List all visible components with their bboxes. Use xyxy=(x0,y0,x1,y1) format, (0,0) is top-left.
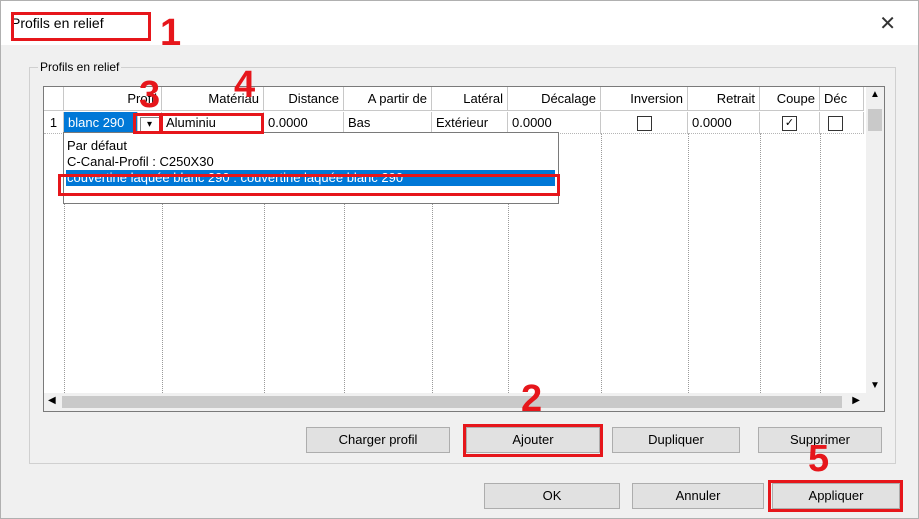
duplicate-button[interactable]: Dupliquer xyxy=(612,427,740,453)
vertical-scroll-thumb[interactable] xyxy=(868,109,882,131)
annotation-box-materiau xyxy=(160,113,264,134)
coupe-checkbox[interactable]: ✓ xyxy=(782,116,797,132)
column-divider xyxy=(760,134,761,393)
a-partir-de-cell[interactable]: Bas xyxy=(344,112,432,134)
ok-button[interactable]: OK xyxy=(484,483,620,509)
column-divider xyxy=(688,134,689,393)
annotation-box-add xyxy=(463,424,603,457)
vertical-scrollbar[interactable]: ▲ ▼ xyxy=(866,87,884,393)
scroll-left-icon[interactable]: ◀ xyxy=(48,395,56,406)
profil-cell[interactable]: blanc 290 xyxy=(64,112,138,134)
column-header-decalage[interactable]: Décalage xyxy=(508,87,601,111)
scroll-down-icon[interactable]: ▼ xyxy=(870,380,880,391)
group-label: Profils en relief xyxy=(38,60,122,74)
dec-cell[interactable] xyxy=(820,112,864,134)
annotation-box-dropdown-toggle xyxy=(133,113,162,134)
distance-cell[interactable]: 0.0000 xyxy=(264,112,344,134)
column-divider xyxy=(601,134,602,393)
inversion-cell[interactable] xyxy=(601,112,688,134)
annotation-box-dropdown-option xyxy=(58,174,560,196)
dropdown-option[interactable]: Par défaut xyxy=(66,138,127,154)
lateral-cell[interactable]: Extérieur xyxy=(432,112,508,134)
annotation-number-5: 5 xyxy=(808,438,830,480)
column-header-a-partir-de[interactable]: A partir de xyxy=(344,87,432,111)
horizontal-scrollbar[interactable]: ◀ ▶ xyxy=(44,393,884,411)
cancel-button[interactable]: Annuler xyxy=(632,483,764,509)
dec-checkbox[interactable] xyxy=(828,116,843,132)
retrait-cell[interactable]: 0.0000 xyxy=(688,112,760,134)
row-index: 1 xyxy=(44,112,64,134)
close-icon[interactable]: ✕ xyxy=(879,11,896,36)
column-header-distance[interactable]: Distance xyxy=(264,87,344,111)
column-header-retrait[interactable]: Retrait xyxy=(688,87,760,111)
annotation-box-title xyxy=(11,12,151,41)
row-header-corner xyxy=(44,87,64,111)
annotation-number-1: 1 xyxy=(160,12,182,54)
column-header-lateral[interactable]: Latéral xyxy=(432,87,508,111)
column-divider xyxy=(820,134,821,393)
scroll-right-icon[interactable]: ▶ xyxy=(852,395,860,406)
load-profile-button[interactable]: Charger profil xyxy=(306,427,450,453)
coupe-cell[interactable]: ✓ xyxy=(760,112,820,134)
annotation-number-4: 4 xyxy=(234,64,256,106)
column-header-coupe[interactable]: Coupe xyxy=(760,87,820,111)
column-header-dec[interactable]: Déc xyxy=(820,87,864,111)
decalage-cell[interactable]: 0.0000 xyxy=(508,112,601,134)
horizontal-scroll-thumb[interactable] xyxy=(62,396,842,408)
inversion-checkbox[interactable] xyxy=(636,116,652,132)
column-header-inversion[interactable]: Inversion xyxy=(601,87,688,111)
scroll-up-icon[interactable]: ▲ xyxy=(870,89,880,100)
annotation-number-3: 3 xyxy=(139,74,161,116)
dropdown-option[interactable]: C-Canal-Profil : C250X30 xyxy=(66,154,214,170)
annotation-box-apply xyxy=(768,480,903,512)
annotation-number-2: 2 xyxy=(521,378,543,420)
